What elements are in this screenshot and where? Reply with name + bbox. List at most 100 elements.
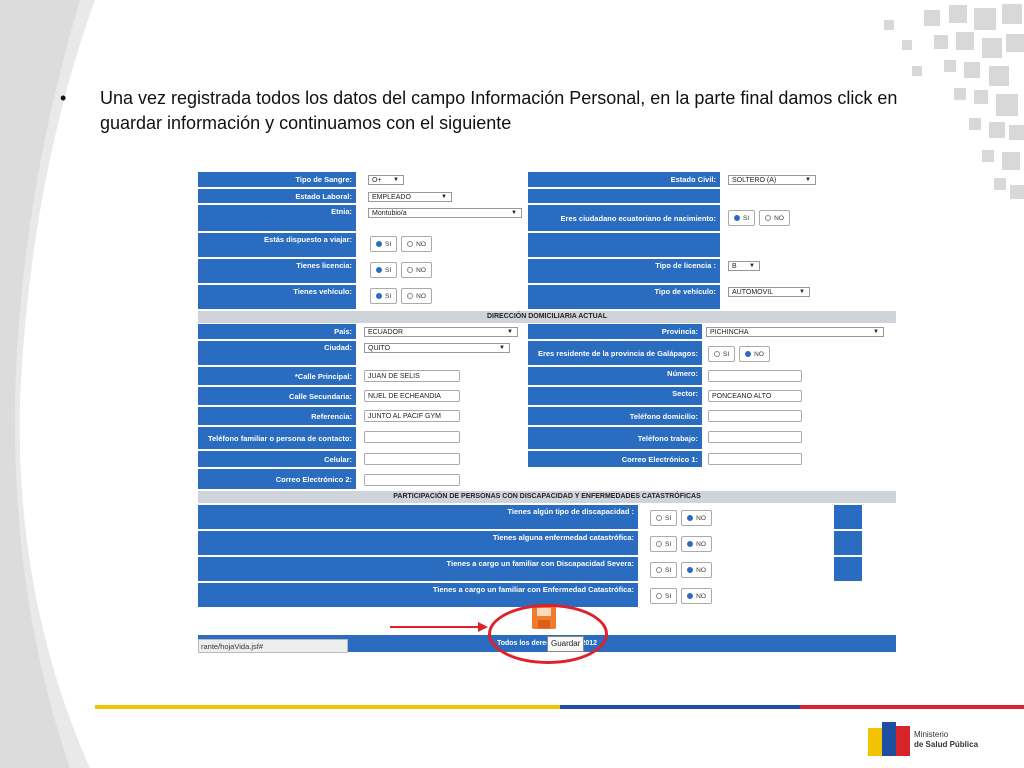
radio-si[interactable]: SI xyxy=(728,210,756,226)
radio-si[interactable]: SI xyxy=(650,536,678,552)
radio-dot-icon xyxy=(656,567,662,573)
radio-no[interactable]: NO xyxy=(681,510,712,526)
radio-ciudadano[interactable]: SI NO xyxy=(728,210,790,226)
radio-familiar-enfermedad[interactable]: SI NO xyxy=(650,588,712,604)
input-tel-familiar[interactable] xyxy=(364,431,460,443)
radio-dot-icon xyxy=(734,215,740,221)
radio-no[interactable]: NO xyxy=(739,346,770,362)
chevron-down-icon: ▼ xyxy=(507,329,513,335)
input-tel-trabajo[interactable] xyxy=(708,431,802,443)
label-numero: Número: xyxy=(528,367,702,385)
radio-dot-icon xyxy=(687,567,694,573)
radio-dot-icon xyxy=(687,541,694,547)
label-blank xyxy=(528,233,720,257)
stripe-yellow xyxy=(95,705,560,709)
radio-si[interactable]: SI xyxy=(370,288,398,304)
select-provincia[interactable]: PICHINCHA ▼ xyxy=(706,327,884,337)
input-correo1[interactable] xyxy=(708,453,802,465)
select-estado-civil[interactable]: SOLTERO (A) ▼ xyxy=(728,175,816,185)
select-estado-laboral[interactable]: EMPLEADO ▼ xyxy=(368,192,452,202)
label-enfermedad: Tienes alguna enfermedad catastrófica: xyxy=(198,531,638,555)
label-ciudad: Ciudad: xyxy=(198,341,356,365)
radio-dot-icon xyxy=(656,593,662,599)
label-sector: Sector: xyxy=(528,387,702,405)
radio-no[interactable]: NO xyxy=(401,236,432,252)
label-tel-domicilio: Teléfono domicilio: xyxy=(528,407,702,425)
label-vehiculo: Tienes vehículo: xyxy=(198,285,356,309)
radio-dot-icon xyxy=(765,215,772,221)
select-tipo-vehiculo[interactable]: AUTOMOVIL ▼ xyxy=(728,287,810,297)
bullet: • xyxy=(60,88,67,108)
select-ciudad[interactable]: QUITO ▼ xyxy=(364,343,510,353)
brand-line1: Ministerio xyxy=(914,730,949,739)
radio-si[interactable]: SI xyxy=(650,562,678,578)
select-pais[interactable]: ECUADOR ▼ xyxy=(364,327,518,337)
slide-text: Una vez registrada todos los datos del c… xyxy=(100,88,898,133)
label-discapacidad: Tienes algún tipo de discapacidad : xyxy=(198,505,638,529)
label-estado-laboral: Estado Laboral: xyxy=(198,189,356,203)
radio-dot-icon xyxy=(714,351,720,357)
radio-enfermedad[interactable]: SI NO xyxy=(650,536,712,552)
label-celular: Celular: xyxy=(198,451,356,467)
radio-no[interactable]: NO xyxy=(681,588,712,604)
radio-no[interactable]: NO xyxy=(681,536,712,552)
brand-line2: de Salud Pública xyxy=(914,740,979,749)
radio-si[interactable]: SI xyxy=(650,510,678,526)
label-tipo-vehiculo: Tipo de vehículo: xyxy=(528,285,720,309)
input-celular[interactable] xyxy=(364,453,460,465)
radio-si[interactable]: SI xyxy=(650,588,678,604)
select-tipo-licencia[interactable]: B ▼ xyxy=(728,261,760,271)
input-sector[interactable]: PONCEANO ALTO xyxy=(708,390,802,402)
label-residente: Eres residente de la provincia de Galápa… xyxy=(528,341,702,365)
input-calle-principal[interactable]: JUAN DE SELIS xyxy=(364,370,460,382)
radio-dot-icon xyxy=(407,293,414,299)
label-tipo-sangre: Tipo de Sangre: xyxy=(198,172,356,187)
label-correo2: Correo Electrónico 2: xyxy=(198,469,356,489)
radio-si[interactable]: SI xyxy=(708,346,736,362)
blue-cell xyxy=(834,505,862,529)
label-familiar-enfermedad: Tienes a cargo un familiar con Enfermeda… xyxy=(198,583,638,607)
input-referencia[interactable]: JUNTO AL PACIF GYM xyxy=(364,410,460,422)
input-calle-secundaria[interactable]: NUEL DE ECHEANDIA xyxy=(364,390,460,402)
radio-viajar[interactable]: SI NO xyxy=(370,236,432,252)
msp-logo: Ministerio de Salud Pública xyxy=(868,720,978,760)
radio-no[interactable]: NO xyxy=(401,262,432,278)
input-correo2[interactable] xyxy=(364,474,460,486)
chevron-down-icon: ▼ xyxy=(499,345,505,351)
radio-dot-icon xyxy=(687,593,694,599)
label-blank xyxy=(528,189,720,203)
section-discapacidad: PARTICIPACIÓN DE PERSONAS CON DISCAPACID… xyxy=(198,491,896,503)
chevron-down-icon: ▼ xyxy=(511,210,517,216)
chevron-down-icon: ▼ xyxy=(799,289,805,295)
chevron-down-icon: ▼ xyxy=(873,329,879,335)
msp-logo-icon xyxy=(868,722,910,756)
select-etnia[interactable]: Montubio/a ▼ xyxy=(368,208,522,218)
radio-no[interactable]: NO xyxy=(401,288,432,304)
radio-no[interactable]: NO xyxy=(759,210,790,226)
blue-cell xyxy=(834,531,862,555)
label-licencia: Tienes licencia: xyxy=(198,259,356,283)
radio-dot-icon xyxy=(656,541,662,547)
radio-familiar-discapacidad[interactable]: SI NO xyxy=(650,562,712,578)
label-referencia: Referencia: xyxy=(198,407,356,425)
label-calle-principal: *Calle Principal: xyxy=(198,367,356,385)
chevron-down-icon: ▼ xyxy=(441,194,447,200)
label-tipo-licencia: Tipo de licencia : xyxy=(528,259,720,283)
input-tel-domicilio[interactable] xyxy=(708,410,802,422)
radio-no[interactable]: NO xyxy=(681,562,712,578)
input-numero[interactable] xyxy=(708,370,802,382)
radio-dot-icon xyxy=(745,351,752,357)
radio-si[interactable]: SI xyxy=(370,236,398,252)
radio-vehiculo[interactable]: SI NO xyxy=(370,288,432,304)
radio-si[interactable]: SI xyxy=(370,262,398,278)
radio-licencia[interactable]: SI NO xyxy=(370,262,432,278)
label-tel-trabajo: Teléfono trabajo: xyxy=(528,427,702,449)
chevron-down-icon: ▼ xyxy=(805,177,811,183)
radio-dot-icon xyxy=(656,515,662,521)
label-tel-familiar: Teléfono familiar o persona de contacto: xyxy=(198,427,356,449)
chevron-down-icon: ▼ xyxy=(749,263,755,269)
radio-residente[interactable]: SI NO xyxy=(708,346,770,362)
radio-discapacidad[interactable]: SI NO xyxy=(650,510,712,526)
select-tipo-sangre[interactable]: O+ ▼ xyxy=(368,175,404,185)
label-estado-civil: Estado Civil: xyxy=(528,172,720,187)
